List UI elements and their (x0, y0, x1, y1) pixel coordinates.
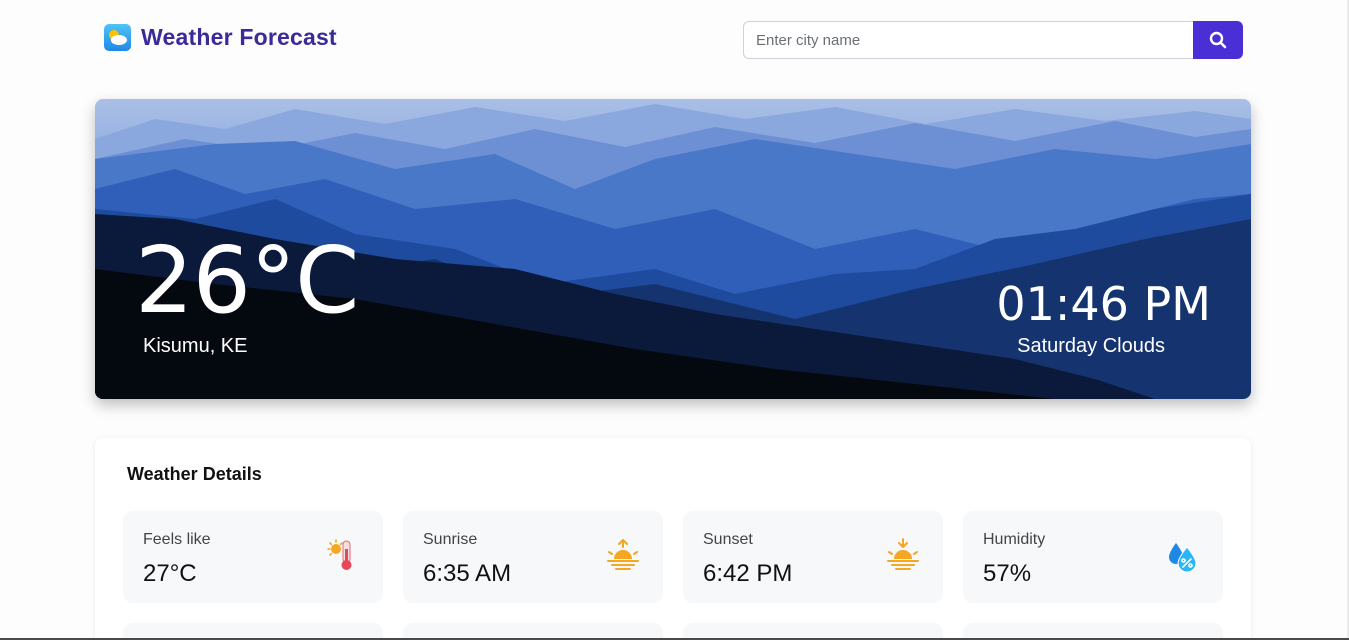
current-condition: Saturday Clouds (1017, 335, 1165, 357)
sunset-icon (887, 538, 919, 570)
thermometer-sun-icon (327, 539, 352, 570)
detail-value: 27°C (143, 560, 197, 587)
detail-tile-sunrise: Sunrise 6:35 AM (403, 511, 663, 603)
search-input[interactable] (743, 21, 1193, 59)
current-weather-hero: 26°C Kisumu, KE 01:46 PM Saturday Clouds (95, 99, 1251, 399)
detail-tile-sunset: Sunset 6:42 PM (683, 511, 943, 603)
current-temperature: 26°C (135, 227, 359, 334)
detail-label: Sunrise (423, 531, 478, 548)
humidity-drops-icon (1169, 543, 1197, 573)
search-icon (1209, 31, 1227, 49)
detail-tile-feels-like: Feels like 27°C (123, 511, 383, 603)
detail-value: 57% (983, 560, 1032, 587)
current-location: Kisumu, KE (143, 335, 248, 357)
app-header: Weather Forecast (104, 24, 337, 51)
search-button[interactable] (1193, 21, 1243, 59)
weather-details-card: Weather Details Feels like 27°C Sunrise … (95, 438, 1251, 640)
search-bar (743, 21, 1243, 59)
detail-tile-humidity: Humidity 57% (963, 511, 1223, 603)
detail-label: Sunset (703, 531, 753, 548)
detail-value: 6:35 AM (423, 560, 512, 587)
detail-label: Humidity (983, 531, 1046, 548)
weather-details-title: Weather Details (127, 464, 262, 484)
detail-label: Feels like (143, 531, 211, 548)
weather-cloud-sun-icon (104, 24, 131, 51)
sunrise-icon (607, 539, 639, 570)
app-title: Weather Forecast (141, 24, 337, 50)
current-time: 01:46 PM (996, 277, 1211, 331)
detail-value: 6:42 PM (703, 560, 793, 587)
